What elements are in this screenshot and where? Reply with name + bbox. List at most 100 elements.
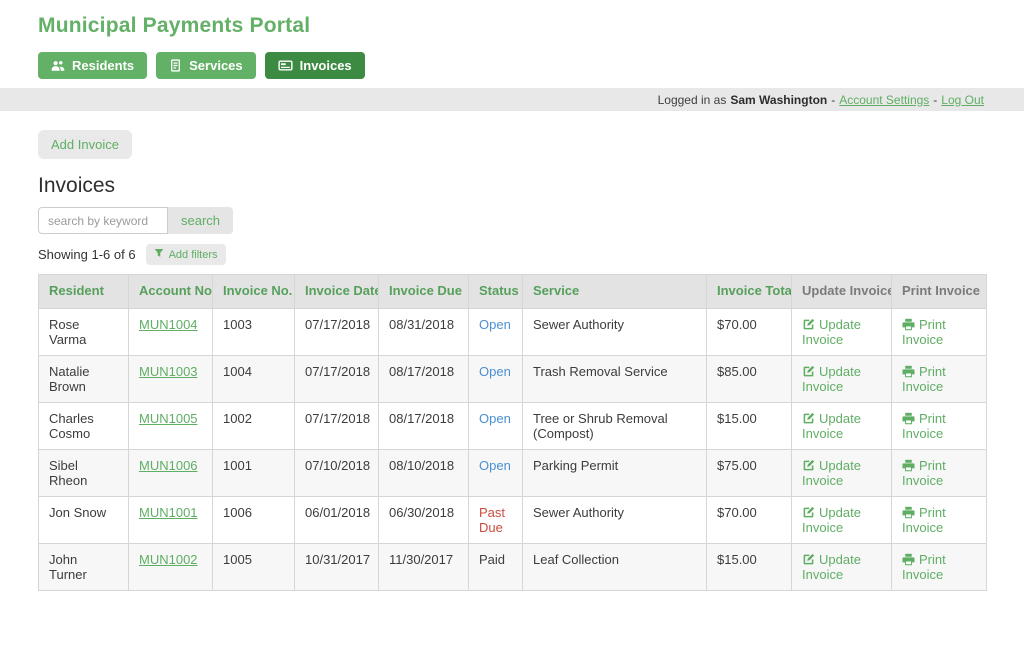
status-badge[interactable]: Open	[479, 317, 511, 332]
print-invoice-link[interactable]: Print Invoice	[902, 364, 946, 394]
invoices-table: Resident Account No. Invoice No. Invoice…	[38, 274, 987, 591]
status-badge[interactable]: Open	[479, 364, 511, 379]
status-badge[interactable]: Paid	[479, 552, 505, 567]
nav-services-label: Services	[189, 58, 243, 73]
update-invoice-link[interactable]: Update Invoice	[802, 364, 861, 394]
printer-icon	[902, 364, 919, 379]
cell-invoice-date: 06/01/2018	[295, 497, 379, 544]
col-header-invoice-date[interactable]: Invoice Date	[295, 275, 379, 309]
app-title: Municipal Payments Portal	[38, 14, 1024, 38]
update-invoice-link[interactable]: Update Invoice	[802, 552, 861, 582]
printer-icon	[902, 317, 919, 332]
edit-pencil-icon	[802, 552, 819, 567]
ledger-icon	[169, 59, 182, 72]
printer-icon	[902, 458, 919, 473]
cell-status: Past Due	[469, 497, 523, 544]
cell-invoice-total: $15.00	[707, 403, 792, 450]
print-invoice-link[interactable]: Print Invoice	[902, 505, 946, 535]
col-header-invoice-due[interactable]: Invoice Due	[379, 275, 469, 309]
cell-invoice-due: 11/30/2017	[379, 544, 469, 591]
table-header-row: Resident Account No. Invoice No. Invoice…	[39, 275, 987, 309]
col-header-invoice-total[interactable]: Invoice Total	[707, 275, 792, 309]
cell-print-invoice: Print Invoice	[892, 403, 987, 450]
cell-status: Open	[469, 356, 523, 403]
nav-invoices-button[interactable]: Invoices	[265, 52, 365, 79]
cell-account-no: MUN1002	[129, 544, 213, 591]
status-badge[interactable]: Past Due	[479, 505, 505, 535]
printer-icon	[902, 505, 919, 520]
col-header-service[interactable]: Service	[523, 275, 707, 309]
print-invoice-link[interactable]: Print Invoice	[902, 458, 946, 488]
add-invoice-button[interactable]: Add Invoice	[38, 130, 132, 159]
cell-service: Sewer Authority	[523, 309, 707, 356]
add-filters-label: Add filters	[169, 249, 218, 261]
search-group: search	[38, 207, 1024, 234]
cell-print-invoice: Print Invoice	[892, 544, 987, 591]
table-row: Sibel Rheon MUN1006 1001 07/10/2018 08/1…	[39, 450, 987, 497]
cell-update-invoice: Update Invoice	[792, 403, 892, 450]
cell-invoice-date: 07/17/2018	[295, 403, 379, 450]
cell-invoice-date: 10/31/2017	[295, 544, 379, 591]
cell-service: Trash Removal Service	[523, 356, 707, 403]
status-badge[interactable]: Open	[479, 458, 511, 473]
print-invoice-link[interactable]: Print Invoice	[902, 552, 946, 582]
update-invoice-link[interactable]: Update Invoice	[802, 411, 861, 441]
results-count: Showing 1-6 of 6	[38, 247, 136, 262]
cell-update-invoice: Update Invoice	[792, 356, 892, 403]
nav-services-button[interactable]: Services	[156, 52, 256, 79]
account-number-link[interactable]: MUN1003	[139, 364, 198, 379]
col-header-resident[interactable]: Resident	[39, 275, 129, 309]
cell-service: Leaf Collection	[523, 544, 707, 591]
cell-invoice-total: $15.00	[707, 544, 792, 591]
cell-invoice-no: 1001	[213, 450, 295, 497]
update-invoice-link[interactable]: Update Invoice	[802, 505, 861, 535]
edit-pencil-icon	[802, 505, 819, 520]
account-number-link[interactable]: MUN1005	[139, 411, 198, 426]
search-button[interactable]: search	[168, 207, 233, 234]
print-invoice-link[interactable]: Print Invoice	[902, 411, 946, 441]
search-input[interactable]	[38, 207, 168, 234]
table-row: Jon Snow MUN1001 1006 06/01/2018 06/30/2…	[39, 497, 987, 544]
col-header-account-no[interactable]: Account No.	[129, 275, 213, 309]
cell-resident: Rose Varma	[39, 309, 129, 356]
col-header-status[interactable]: Status	[469, 275, 523, 309]
cell-invoice-no: 1005	[213, 544, 295, 591]
col-header-invoice-no[interactable]: Invoice No.	[213, 275, 295, 309]
cell-status: Open	[469, 450, 523, 497]
update-invoice-link[interactable]: Update Invoice	[802, 317, 861, 347]
cell-invoice-total: $70.00	[707, 497, 792, 544]
add-filters-button[interactable]: Add filters	[146, 244, 226, 265]
status-badge[interactable]: Open	[479, 411, 511, 426]
account-settings-link[interactable]: Account Settings	[839, 93, 929, 107]
edit-pencil-icon	[802, 458, 819, 473]
cell-update-invoice: Update Invoice	[792, 544, 892, 591]
invoice-table-body: Rose Varma MUN1004 1003 07/17/2018 08/31…	[39, 309, 987, 591]
update-invoice-link[interactable]: Update Invoice	[802, 458, 861, 488]
print-invoice-link[interactable]: Print Invoice	[902, 317, 946, 347]
account-number-link[interactable]: MUN1002	[139, 552, 198, 567]
filter-funnel-icon	[154, 248, 164, 261]
cell-status: Open	[469, 403, 523, 450]
edit-pencil-icon	[802, 317, 819, 332]
account-number-link[interactable]: MUN1006	[139, 458, 198, 473]
account-number-link[interactable]: MUN1001	[139, 505, 198, 520]
nav-residents-button[interactable]: Residents	[38, 52, 147, 79]
results-meta: Showing 1-6 of 6 Add filters	[38, 244, 1024, 265]
page-heading: Invoices	[38, 174, 1024, 198]
nav-invoices-label: Invoices	[300, 58, 352, 73]
cell-invoice-date: 07/17/2018	[295, 356, 379, 403]
cell-update-invoice: Update Invoice	[792, 309, 892, 356]
cell-status: Open	[469, 309, 523, 356]
log-out-link[interactable]: Log Out	[941, 93, 984, 107]
masthead: Municipal Payments Portal	[0, 0, 1024, 38]
cell-service: Parking Permit	[523, 450, 707, 497]
session-separator: -	[831, 93, 835, 107]
cell-print-invoice: Print Invoice	[892, 450, 987, 497]
nav-residents-label: Residents	[72, 58, 134, 73]
account-number-link[interactable]: MUN1004	[139, 317, 198, 332]
edit-pencil-icon	[802, 411, 819, 426]
table-row: Natalie Brown MUN1003 1004 07/17/2018 08…	[39, 356, 987, 403]
credit-card-icon	[278, 58, 293, 73]
cell-invoice-total: $75.00	[707, 450, 792, 497]
main-nav: Residents Services Invoices	[38, 52, 1024, 79]
